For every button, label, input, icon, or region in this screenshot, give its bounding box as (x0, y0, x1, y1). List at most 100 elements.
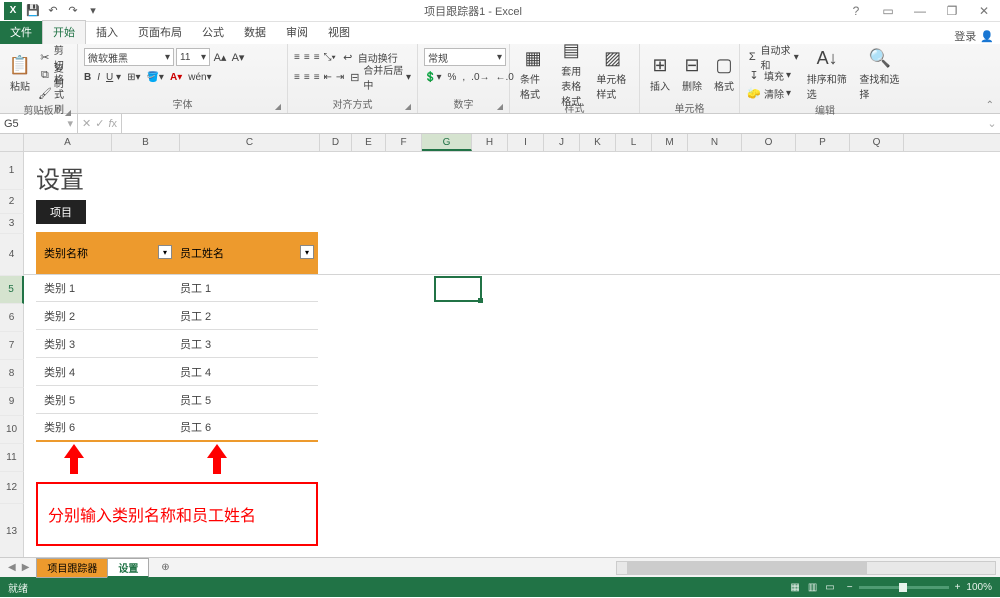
fill-color-button[interactable]: 🪣▾ (146, 72, 163, 83)
worksheet-grid[interactable]: ABCDEFGHIJKLMNOPQ 12345678910111213 设置 项… (0, 134, 1000, 557)
font-size-select[interactable]: 11▾ (176, 48, 210, 66)
tab-formulas[interactable]: 公式 (192, 21, 234, 44)
tab-file[interactable]: 文件 (0, 21, 42, 44)
insert-cells-button[interactable]: ⊞插入 (646, 48, 674, 100)
zoom-out-button[interactable]: − (847, 582, 853, 593)
font-name-select[interactable]: 微软雅黑▾ (84, 48, 174, 66)
delete-cells-button[interactable]: ⊟删除 (678, 48, 706, 100)
redo-button[interactable]: ↷ (64, 2, 82, 20)
page-layout-view-button[interactable]: ▥ (808, 582, 817, 593)
cells-area[interactable]: 设置 项目 类别名称▾ 员工姓名▾ 类别 1员工 1类别 2员工 2类别 3员工… (24, 152, 1000, 557)
column-header-F[interactable]: F (386, 134, 422, 151)
cancel-formula-button[interactable]: ✕ (82, 117, 91, 130)
insert-function-button[interactable]: fx (108, 118, 117, 130)
sort-filter-button[interactable]: A↓排序和筛选 (803, 48, 852, 100)
close-button[interactable]: ✕ (972, 4, 996, 18)
tab-home[interactable]: 开始 (42, 20, 86, 44)
fill-button[interactable]: ↧填充 ▾ (746, 66, 799, 84)
tab-view[interactable]: 视图 (318, 21, 360, 44)
bold-button[interactable]: B (84, 72, 91, 83)
cell-category[interactable]: 类别 1 (36, 280, 176, 296)
sheet-nav-prev[interactable]: ◀ (8, 562, 16, 573)
zoom-level[interactable]: 100% (966, 582, 992, 593)
cell-employee[interactable]: 员工 3 (176, 336, 318, 352)
align-left-button[interactable]: ≡ (294, 72, 300, 83)
border-button[interactable]: ⊞▾ (127, 72, 140, 83)
conditional-format-button[interactable]: ▦条件格式 (516, 48, 550, 100)
comma-button[interactable]: , (462, 72, 465, 83)
table-row[interactable]: 类别 5员工 5 (36, 386, 318, 414)
row-header-12[interactable]: 12 (0, 472, 24, 504)
cell-employee[interactable]: 员工 5 (176, 392, 318, 408)
font-dialog-launcher[interactable]: ◢ (275, 102, 281, 111)
zoom-thumb[interactable] (899, 583, 907, 592)
align-top-button[interactable]: ≡ (294, 52, 300, 63)
cell-category[interactable]: 类别 6 (36, 419, 176, 435)
column-header-O[interactable]: O (742, 134, 796, 151)
clear-button[interactable]: 🧽清除 ▾ (746, 84, 799, 102)
column-header-G[interactable]: G (422, 134, 472, 151)
table-row[interactable]: 类别 4员工 4 (36, 358, 318, 386)
cell-category[interactable]: 类别 2 (36, 308, 176, 324)
row-header-5[interactable]: 5 (0, 276, 24, 304)
column-header-N[interactable]: N (688, 134, 742, 151)
percent-button[interactable]: % (447, 72, 456, 83)
increase-decimal-button[interactable]: .0→ (471, 72, 489, 83)
cell-employee[interactable]: 员工 4 (176, 364, 318, 380)
ribbon-display-button[interactable]: ▭ (876, 4, 900, 18)
col-header-employee[interactable]: 员工姓名▾ (176, 245, 318, 261)
italic-button[interactable]: I (97, 72, 100, 83)
align-right-button[interactable]: ≡ (314, 72, 320, 83)
column-header-P[interactable]: P (796, 134, 850, 151)
tab-data[interactable]: 数据 (234, 21, 276, 44)
table-row[interactable]: 类别 1员工 1 (36, 274, 318, 302)
zoom-in-button[interactable]: + (955, 582, 961, 593)
column-header-K[interactable]: K (580, 134, 616, 151)
cell-category[interactable]: 类别 4 (36, 364, 176, 380)
column-header-L[interactable]: L (616, 134, 652, 151)
cell-styles-button[interactable]: ▨单元格样式 (592, 48, 633, 100)
find-select-button[interactable]: 🔍查找和选择 (855, 48, 904, 100)
increase-font-button[interactable]: A▴ (212, 51, 228, 64)
help-button[interactable]: ? (844, 4, 868, 18)
row-header-2[interactable]: 2 (0, 190, 24, 214)
cell-employee[interactable]: 员工 2 (176, 308, 318, 324)
zoom-slider[interactable] (859, 586, 949, 589)
table-row[interactable]: 类别 6员工 6 (36, 414, 318, 442)
table-row[interactable]: 类别 2员工 2 (36, 302, 318, 330)
page-break-view-button[interactable]: ▭ (825, 582, 834, 593)
align-bottom-button[interactable]: ≡ (314, 52, 320, 63)
sign-in-link[interactable]: 登录 👤 (954, 28, 1000, 44)
row-header-7[interactable]: 7 (0, 332, 24, 360)
row-header-11[interactable]: 11 (0, 444, 24, 472)
horizontal-scrollbar[interactable] (616, 561, 996, 575)
merge-center-button[interactable]: ⊟合并后居中▾ (348, 68, 411, 86)
accounting-format-button[interactable]: 💲▾ (424, 72, 441, 83)
tab-insert[interactable]: 插入 (86, 21, 128, 44)
cell-employee[interactable]: 员工 6 (176, 419, 318, 435)
normal-view-button[interactable]: ▦ (790, 582, 799, 593)
row-header-13[interactable]: 13 (0, 504, 24, 557)
row-header-9[interactable]: 9 (0, 388, 24, 416)
align-middle-button[interactable]: ≡ (304, 52, 310, 63)
row-header-1[interactable]: 1 (0, 152, 24, 190)
filter-button-employee[interactable]: ▾ (300, 245, 314, 259)
tab-page-layout[interactable]: 页面布局 (128, 21, 192, 44)
alignment-dialog-launcher[interactable]: ◢ (405, 102, 411, 111)
expand-formula-bar-button[interactable]: ⌄ (984, 114, 1000, 133)
save-button[interactable]: 💾 (24, 2, 42, 20)
maximize-button[interactable]: ❐ (940, 4, 964, 18)
number-format-select[interactable]: 常规▾ (424, 48, 506, 66)
tab-review[interactable]: 审阅 (276, 21, 318, 44)
column-header-M[interactable]: M (652, 134, 688, 151)
qat-customize-icon[interactable]: ▾ (84, 2, 102, 20)
column-header-J[interactable]: J (544, 134, 580, 151)
phonetic-button[interactable]: wén▾ (188, 72, 211, 83)
filter-category-category[interactable]: ▾ (158, 245, 172, 259)
fill-handle[interactable] (478, 298, 483, 303)
format-cells-button[interactable]: ▢格式 (710, 48, 738, 100)
number-dialog-launcher[interactable]: ◢ (497, 102, 503, 111)
row-header-6[interactable]: 6 (0, 304, 24, 332)
column-header-H[interactable]: H (472, 134, 508, 151)
minimize-button[interactable]: — (908, 4, 932, 18)
